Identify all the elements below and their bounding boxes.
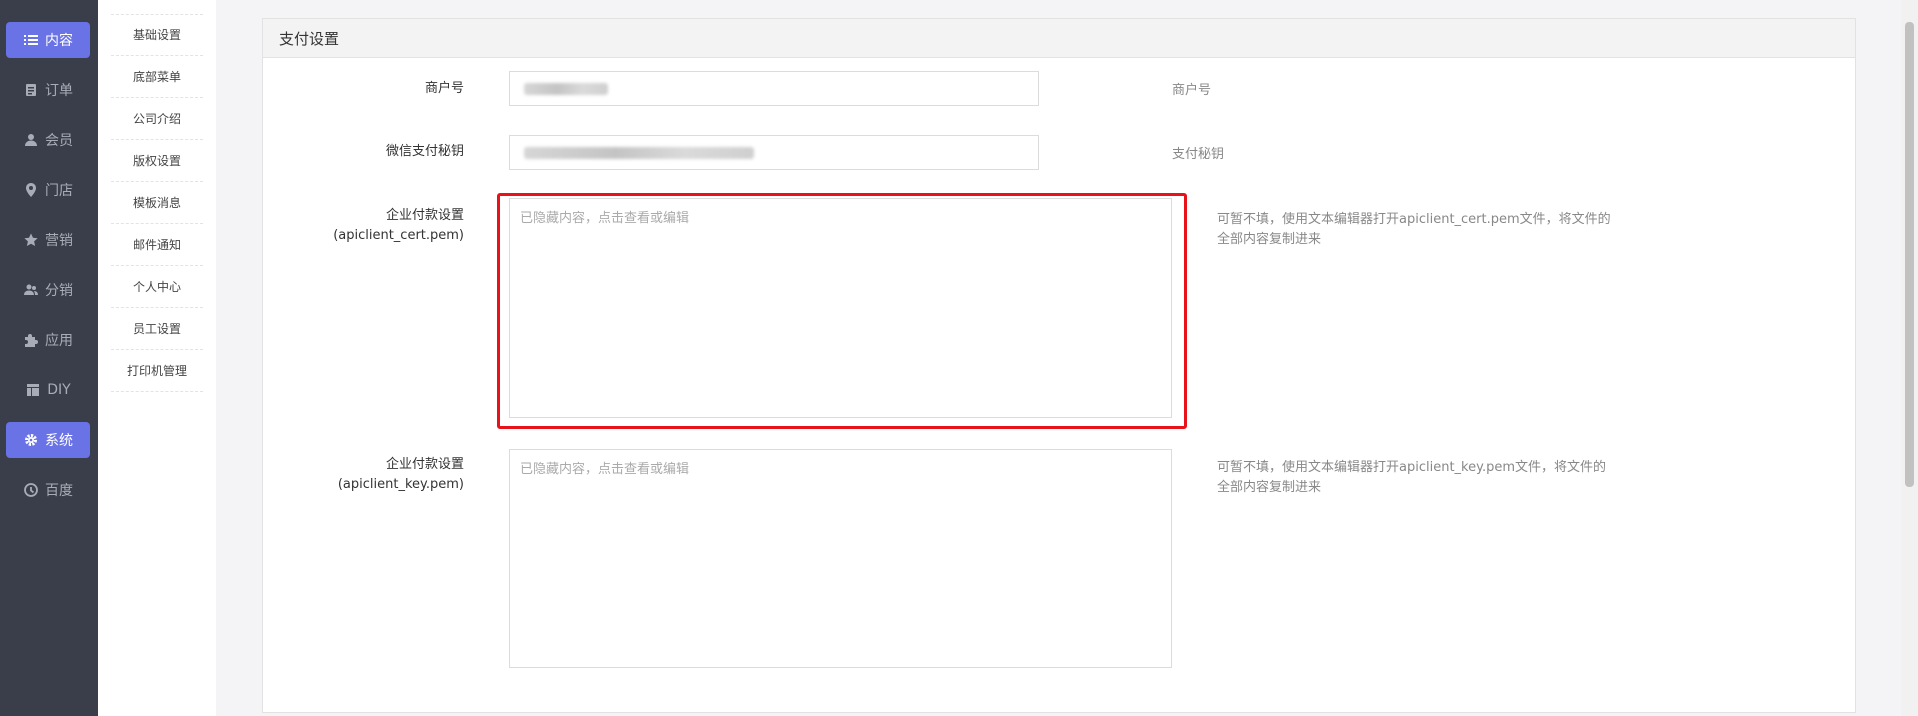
gear-icon: [23, 432, 39, 448]
list-icon: [23, 32, 39, 48]
subnav-item-email-notify[interactable]: 邮件通知: [111, 224, 203, 266]
page-scrollbar[interactable]: [1901, 0, 1918, 716]
sidebar-item-stores[interactable]: 门店: [6, 172, 90, 208]
sidebar-item-label: 百度: [45, 483, 73, 499]
key-label-line2: (apiclient_key.pem): [337, 477, 464, 492]
sidebar-item-apps[interactable]: 应用: [6, 322, 90, 358]
key-label-line1: 企业付款设置: [385, 457, 464, 472]
sidebar-item-orders[interactable]: 订单: [6, 72, 90, 108]
merchant-id-hint: 商户号: [1172, 83, 1212, 98]
sidebar-item-system[interactable]: 系统: [6, 422, 90, 458]
user-icon: [23, 132, 39, 148]
sidebar-item-label: 内容: [45, 33, 73, 49]
puzzle-icon: [23, 332, 39, 348]
subnav-item-template-message[interactable]: 模板消息: [111, 182, 203, 224]
sidebar-item-label: 系统: [45, 433, 73, 449]
main-sidebar: 内容 订单 会员 门店 营销 分销 应用 DIY 系统 百度: [0, 0, 98, 716]
location-icon: [23, 182, 39, 198]
sidebar-item-label: 订单: [45, 83, 73, 99]
subnav-item-staff-settings[interactable]: 员工设置: [111, 308, 203, 350]
subnav-item-company-intro[interactable]: 公司介绍: [111, 98, 203, 140]
baidu-icon: [23, 482, 39, 498]
sidebar-item-label: 应用: [45, 333, 73, 349]
subnav-item-copyright[interactable]: 版权设置: [111, 140, 203, 182]
cert-hint: 可暂不填，使用文本编辑器打开apiclient_cert.pem文件，将文件的全…: [1217, 212, 1611, 247]
sidebar-item-distribution[interactable]: 分销: [6, 272, 90, 308]
users-icon: [23, 282, 39, 298]
sidebar-item-baidu[interactable]: 百度: [6, 472, 90, 508]
merchant-id-input[interactable]: [509, 71, 1039, 106]
subnav-item-bottom-menu[interactable]: 底部菜单: [111, 56, 203, 98]
sidebar-item-label: 门店: [45, 183, 73, 199]
redacted-value: [524, 147, 754, 159]
sub-navigation: 基础设置 底部菜单 公司介绍 版权设置 模板消息 邮件通知 个人中心 员工设置 …: [98, 0, 216, 716]
cert-label: 企业付款设置 (apiclient_cert.pem): [264, 206, 464, 246]
sidebar-item-label: DIY: [47, 382, 71, 398]
sidebar-item-label: 分销: [45, 283, 73, 299]
wechat-pay-secret-label: 微信支付秘钥: [385, 144, 464, 159]
redacted-value: [524, 83, 608, 95]
key-textarea[interactable]: [509, 449, 1172, 668]
wechat-pay-secret-hint: 支付秘钥: [1172, 147, 1225, 162]
star-icon: [23, 232, 39, 248]
subnav-divider: [111, 0, 203, 15]
sidebar-item-diy[interactable]: DIY: [6, 372, 90, 408]
sidebar-item-label: 营销: [45, 233, 73, 249]
highlight-box: [497, 193, 1187, 429]
sidebar-item-marketing[interactable]: 营销: [6, 222, 90, 258]
merchant-id-label: 商户号: [424, 81, 464, 96]
panel-title: 支付设置: [263, 19, 1855, 58]
sidebar-item-members[interactable]: 会员: [6, 122, 90, 158]
subnav-item-printer-management[interactable]: 打印机管理: [111, 350, 203, 392]
cert-label-line2: (apiclient_cert.pem): [333, 228, 464, 243]
sidebar-item-label: 会员: [45, 133, 73, 149]
sidebar-item-content[interactable]: 内容: [6, 22, 90, 58]
subnav-item-personal-center[interactable]: 个人中心: [111, 266, 203, 308]
subnav-item-basic-settings[interactable]: 基础设置: [111, 14, 203, 56]
cert-label-line1: 企业付款设置: [385, 208, 464, 223]
scrollbar-thumb[interactable]: [1905, 22, 1914, 487]
wechat-pay-secret-input[interactable]: [509, 135, 1039, 170]
layout-icon: [25, 382, 41, 398]
order-icon: [23, 82, 39, 98]
key-hint: 可暂不填，使用文本编辑器打开apiclient_key.pem文件，将文件的全部…: [1217, 460, 1606, 495]
key-label: 企业付款设置 (apiclient_key.pem): [264, 455, 464, 495]
